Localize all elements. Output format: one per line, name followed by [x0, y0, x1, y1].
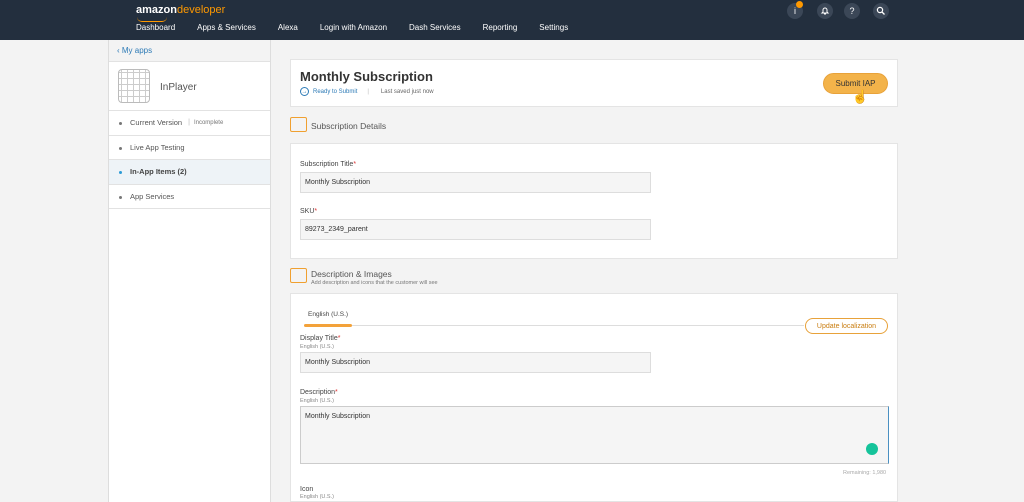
- sidebar-item-current-version[interactable]: Current Version | Incomplete: [109, 111, 270, 136]
- bullet-icon: [119, 195, 122, 199]
- top-nav-bar: amazondeveloper Dashboard Apps & Service…: [0, 0, 1024, 40]
- hand-cursor-icon: ☝: [852, 89, 869, 104]
- sidebar: ‹ My apps InPlayer Current Version | Inc…: [108, 40, 271, 502]
- nav-dash-services[interactable]: Dash Services: [409, 23, 461, 32]
- arrow-right-circle-icon: →: [300, 87, 309, 96]
- sidebar-item-live-app-testing[interactable]: Live App Testing: [109, 136, 270, 160]
- nav-login-with-amazon[interactable]: Login with Amazon: [320, 23, 387, 32]
- last-saved: Last saved just now: [380, 88, 434, 95]
- required-marker: *: [337, 335, 341, 342]
- heading-text: Description & Images: [311, 269, 392, 279]
- subscription-details-card: [290, 143, 898, 259]
- required-marker: *: [314, 208, 318, 215]
- nav-dashboard[interactable]: Dashboard: [136, 23, 175, 32]
- description-locale: English (U.S.): [300, 398, 334, 404]
- display-title-locale: English (U.S.): [300, 344, 334, 350]
- label-text: Description: [300, 389, 336, 396]
- separator: |: [367, 88, 369, 95]
- bullet-icon: [119, 171, 122, 174]
- help-icon[interactable]: ?: [844, 3, 860, 19]
- required-marker: *: [335, 389, 338, 396]
- folder-add-icon: [290, 117, 307, 132]
- nav-settings[interactable]: Settings: [539, 23, 568, 32]
- back-label: My apps: [121, 46, 153, 55]
- tab-divider: [352, 325, 804, 326]
- nav-alexa[interactable]: Alexa: [278, 23, 298, 32]
- subscription-title-input[interactable]: Monthly Subscription: [300, 172, 651, 193]
- icon-locale: English (U.S.): [300, 494, 334, 500]
- display-title-label: Display Title*: [300, 335, 340, 342]
- info-icon[interactable]: i: [787, 1, 803, 19]
- version-status: Incomplete: [193, 119, 224, 126]
- logo-smile: [137, 17, 167, 22]
- description-label: Description*: [300, 389, 338, 396]
- heading-subtext: Add description and icons that the custo…: [311, 280, 438, 286]
- main-nav: Dashboard Apps & Services Alexa Login wi…: [136, 23, 590, 32]
- description-images-heading: Description & Images Add description and…: [311, 269, 438, 286]
- status-row: → Ready to Submit | Last saved just now: [300, 87, 434, 96]
- bullet-icon: [119, 122, 122, 125]
- status-link[interactable]: Ready to Submit: [313, 89, 357, 95]
- sidebar-item-label: App Services: [130, 191, 175, 201]
- app-header: InPlayer: [109, 62, 270, 111]
- bell-icon[interactable]: [817, 3, 833, 19]
- amazon-developer-logo[interactable]: amazondeveloper: [136, 4, 226, 22]
- label-text: Display Title: [300, 335, 338, 342]
- sidebar-item-label: Current Version: [130, 118, 183, 128]
- app-thumbnail: [118, 69, 150, 103]
- nav-reporting[interactable]: Reporting: [483, 23, 518, 32]
- tab-english-us[interactable]: English (U.S.): [308, 311, 348, 318]
- description-textarea[interactable]: Monthly Subscription: [300, 406, 889, 464]
- icon-label: Icon: [300, 486, 314, 493]
- subscription-details-heading: Subscription Details: [311, 121, 387, 131]
- separator: |: [188, 119, 190, 127]
- sidebar-item-app-services[interactable]: App Services: [109, 185, 270, 209]
- logo-developer-text: developer: [176, 4, 226, 16]
- page-title: Monthly Subscription: [300, 69, 433, 84]
- sku-label: SKU*: [300, 208, 317, 215]
- sidebar-item-in-app-items[interactable]: In-App Items (2): [109, 160, 270, 185]
- label-text: Subscription Title: [300, 161, 354, 168]
- sku-input[interactable]: 89273_2349_parent: [300, 219, 651, 240]
- sidebar-item-label: Live App Testing: [130, 142, 185, 152]
- back-to-my-apps[interactable]: ‹ My apps: [109, 40, 270, 62]
- label-text: SKU: [300, 208, 315, 215]
- app-name: InPlayer: [160, 82, 197, 93]
- bullet-icon: [119, 146, 122, 150]
- search-icon[interactable]: [873, 3, 889, 19]
- required-marker: *: [353, 161, 357, 168]
- display-title-input[interactable]: Monthly Subscription: [300, 352, 651, 373]
- title-card: Monthly Subscription → Ready to Submit |…: [290, 59, 898, 107]
- notification-badge: [796, 1, 803, 8]
- remaining-characters: Remaining: 1,980: [843, 470, 887, 476]
- grammarly-icon[interactable]: [866, 443, 878, 455]
- images-icon: [290, 268, 307, 283]
- logo-amazon-text: amazon: [136, 4, 177, 16]
- active-tab-indicator: [304, 324, 352, 327]
- subscription-title-label: Subscription Title*: [300, 161, 356, 168]
- update-localization-button[interactable]: Update localization: [805, 318, 888, 334]
- sidebar-item-label: In-App Items (2): [130, 167, 187, 177]
- nav-apps-services[interactable]: Apps & Services: [197, 23, 256, 32]
